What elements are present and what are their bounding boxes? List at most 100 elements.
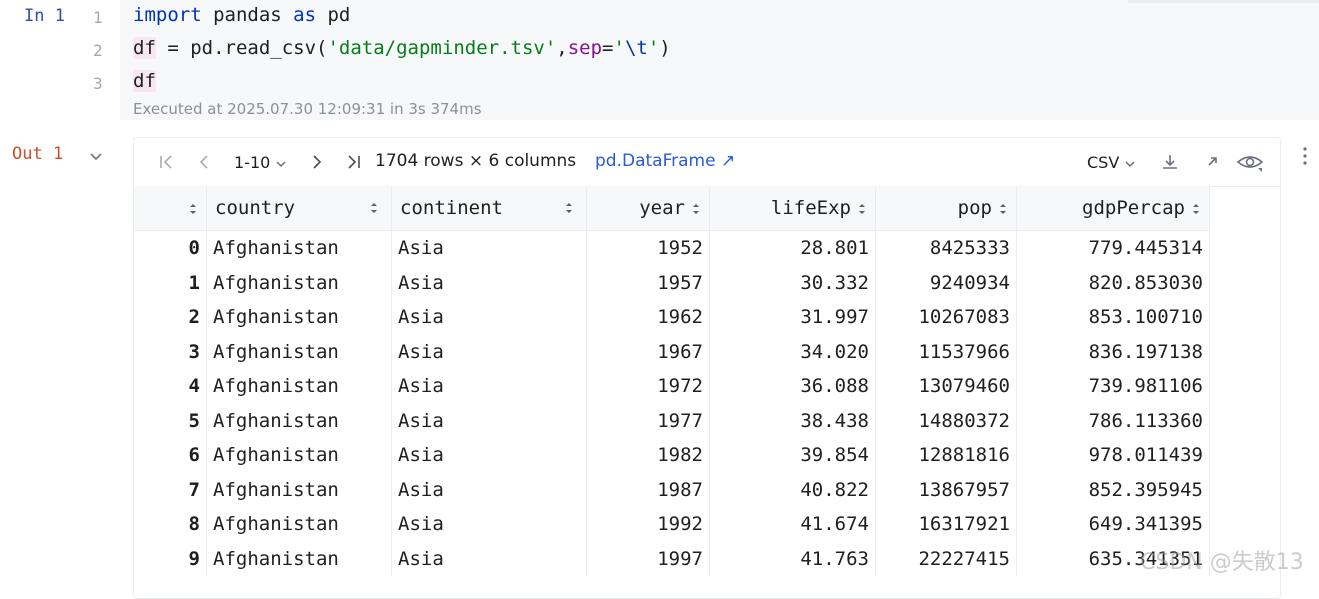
cell-year: 1962 [586,300,710,335]
cell-lifeexp: 31.997 [709,300,876,335]
page-range-label: 1-10 [234,153,271,172]
row-index: 1 [134,265,207,300]
cell-pop: 12881816 [875,438,1017,473]
open-in-editor-icon[interactable] [1202,152,1222,172]
first-page-icon[interactable] [156,152,176,172]
table-row: 2 Afghanistan Asia 1962 31.997 10267083 … [134,300,1210,335]
input-prompt: In 1 [24,6,65,26]
alias-name: pd [316,4,351,26]
cell-year: 1967 [586,334,710,369]
column-header-continent[interactable]: continent [391,186,587,231]
watermark: CSDN @失散13 [1140,550,1304,575]
dataframe-viewer: 1-10 1704 rows × 6 columns pd.DataFrame … [133,137,1281,599]
cell-pop: 11537966 [875,334,1017,369]
column-label: country [215,197,296,219]
export-format-selector[interactable]: CSV [1087,153,1136,172]
cell-lifeexp: 34.020 [709,334,876,369]
cell-gdppercap: 978.011439 [1016,438,1210,473]
cell-continent: Asia [391,403,587,438]
table-header-row: country continent year lifeExp pop gdpPe… [134,186,1210,231]
download-icon[interactable] [1160,152,1180,172]
cell-lifeexp: 28.801 [709,230,876,266]
cell-continent: Asia [391,541,587,576]
cell-gdppercap: 820.853030 [1016,265,1210,300]
table-row: 5 Afghanistan Asia 1977 38.438 14880372 … [134,403,1210,438]
table-row: 7 Afghanistan Asia 1987 40.822 13867957 … [134,472,1210,507]
cell-lifeexp: 39.854 [709,438,876,473]
dataframe-table: country continent year lifeExp pop gdpPe… [134,186,1210,576]
cell-gdppercap: 853.100710 [1016,300,1210,335]
column-label: gdpPercap [1082,197,1185,219]
page-range-selector[interactable]: 1-10 [234,153,287,172]
cell-gdppercap: 786.113360 [1016,403,1210,438]
cell-top-divider [1128,0,1319,3]
code-line-2[interactable]: df = pd.read_csv('data/gapminder.tsv',se… [133,37,671,59]
quote-open: ' [613,37,625,59]
code-line-3[interactable]: df [133,70,156,92]
cell-pop: 9240934 [875,265,1017,300]
chevron-down-icon [1125,160,1135,167]
chevron-down-icon[interactable] [88,148,104,164]
cell-continent: Asia [391,334,587,369]
cell-country: Afghanistan [206,438,392,473]
column-header-country[interactable]: country [206,186,392,231]
cell-lifeexp: 36.088 [709,369,876,404]
cell-continent: Asia [391,507,587,542]
cell-lifeexp: 40.822 [709,472,876,507]
table-row: 3 Afghanistan Asia 1967 34.020 11537966 … [134,334,1210,369]
escape-tab: \t [624,37,648,59]
cell-pop: 13079460 [875,369,1017,404]
cell-pop: 10267083 [875,300,1017,335]
dataframe-toolbar: 1-10 1704 rows × 6 columns pd.DataFrame … [134,138,1280,187]
execution-info: Executed at 2025.07.30 12:09:31 in 3s 37… [133,100,482,118]
sort-icon [693,203,699,214]
cell-country: Afghanistan [206,403,392,438]
column-header-index[interactable] [134,186,207,231]
cell-continent: Asia [391,230,587,266]
cell-country: Afghanistan [206,541,392,576]
row-index: 8 [134,507,207,542]
code-line-1[interactable]: import pandas as pd [133,4,350,26]
cell-continent: Asia [391,300,587,335]
row-index: 5 [134,403,207,438]
input-cell[interactable]: In 1 1 2 3 import pandas as pd df = pd.r… [0,0,1319,120]
column-header-year[interactable]: year [586,186,710,231]
cell-year: 1957 [586,265,710,300]
previous-page-icon[interactable] [194,152,214,172]
eye-icon[interactable] [1236,152,1264,172]
row-index: 9 [134,541,207,576]
table-row: 9 Afghanistan Asia 1997 41.763 22227415 … [134,541,1210,576]
keyword-as: as [293,4,317,26]
cell-lifeexp: 41.763 [709,541,876,576]
column-label: pop [957,197,992,219]
column-header-gdppercap[interactable]: gdpPercap [1016,186,1210,231]
cell-pop: 14880372 [875,403,1017,438]
dataframe-type-link[interactable]: pd.DataFrame ↗ [595,151,735,171]
comma: , [556,37,568,59]
cell-year: 1977 [586,403,710,438]
column-header-lifeexp[interactable]: lifeExp [709,186,876,231]
sort-icon [1193,203,1199,214]
last-page-icon[interactable] [344,152,364,172]
table-row: 1 Afghanistan Asia 1957 30.332 9240934 8… [134,265,1210,300]
cell-lifeexp: 38.438 [709,403,876,438]
row-index: 0 [134,230,207,266]
column-label: lifeExp [770,197,851,219]
cell-country: Afghanistan [206,300,392,335]
cell-gdppercap: 739.981106 [1016,369,1210,404]
sort-icon [566,203,572,213]
cell-gdppercap: 649.341395 [1016,507,1210,542]
quote-close: ' [647,37,660,59]
cell-pop: 22227415 [875,541,1017,576]
variable-df-output: df [133,70,156,92]
column-label: year [639,197,685,219]
table-row: 0 Afghanistan Asia 1952 28.801 8425333 7… [134,230,1210,266]
table-row: 8 Afghanistan Asia 1992 41.674 16317921 … [134,507,1210,542]
more-options-icon[interactable] [1297,144,1313,168]
cell-country: Afghanistan [206,265,392,300]
sort-icon [1000,203,1006,214]
column-header-pop[interactable]: pop [875,186,1017,231]
call-expr: = pd.read_csv( [155,37,328,59]
next-page-icon[interactable] [307,152,327,172]
cell-country: Afghanistan [206,472,392,507]
